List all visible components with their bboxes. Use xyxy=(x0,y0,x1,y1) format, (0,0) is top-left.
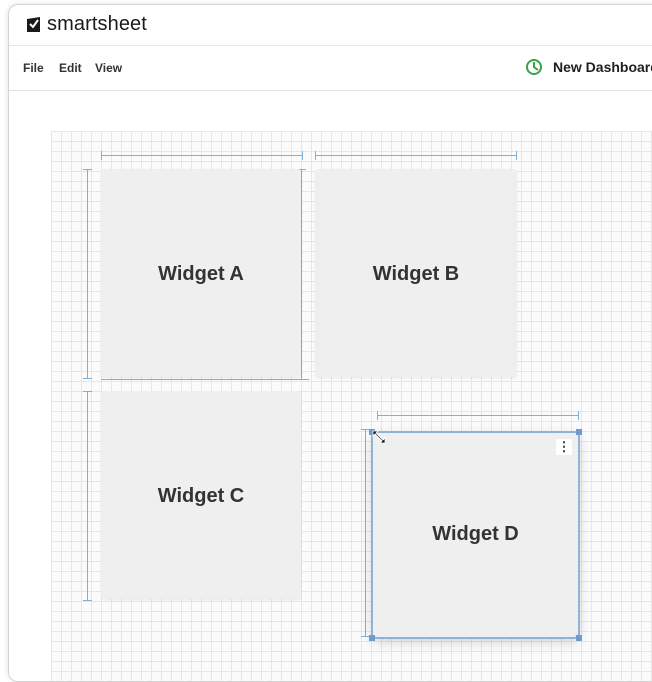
widget-a[interactable]: Widget A xyxy=(101,169,301,377)
kebab-menu-icon[interactable]: ⋮ xyxy=(556,439,572,455)
dashboard-title[interactable]: New Dashboard xyxy=(553,59,652,75)
guide-tick xyxy=(101,151,102,160)
menu-edit[interactable]: Edit xyxy=(59,61,82,75)
height-guide-d xyxy=(365,429,366,637)
widget-d-label: Widget D xyxy=(432,523,519,545)
menu-file[interactable]: File xyxy=(23,61,44,75)
resize-cursor-icon xyxy=(372,430,386,444)
width-guide-b xyxy=(315,155,517,156)
widget-d[interactable]: ⋮ Widget D xyxy=(369,429,582,641)
width-guide-d xyxy=(377,415,579,416)
guide-tick xyxy=(83,378,92,379)
resize-handle-top-right[interactable] xyxy=(576,429,582,435)
resize-handle-bottom-left[interactable] xyxy=(369,635,375,641)
dashboard-icon xyxy=(526,59,542,75)
menu-view[interactable]: View xyxy=(95,61,122,75)
widget-b[interactable]: Widget B xyxy=(315,169,517,377)
widget-b-label: Widget B xyxy=(372,263,460,285)
height-guide-c xyxy=(87,391,88,601)
guide-tick xyxy=(83,169,92,170)
guide-tick xyxy=(377,411,378,420)
guide-tick xyxy=(516,151,517,160)
menu-bar: File Edit View New Dashboard xyxy=(9,46,652,91)
smartsheet-logo-icon xyxy=(27,17,40,32)
widget-a-label: Widget A xyxy=(158,263,244,285)
brand-bar: smartsheet xyxy=(9,5,652,46)
guide-tick xyxy=(83,391,92,392)
app-window: smartsheet File Edit View New Dashboard xyxy=(8,4,652,682)
widget-c-label: Widget C xyxy=(157,485,245,507)
selection-edge xyxy=(101,379,309,380)
guide-tick xyxy=(578,411,579,420)
guide-tick xyxy=(302,151,303,160)
resize-handle-bottom-right[interactable] xyxy=(576,635,582,641)
brand-name: smartsheet xyxy=(47,13,147,35)
width-guide-a xyxy=(101,155,303,156)
widget-c[interactable]: Widget C xyxy=(101,391,301,599)
guide-tick xyxy=(83,600,92,601)
height-guide-a xyxy=(87,169,88,379)
guide-tick xyxy=(315,151,316,160)
selection-edge xyxy=(301,169,302,379)
dashboard-canvas: Widget A Widget B Widget C ⋮ Widget D xyxy=(9,91,652,681)
